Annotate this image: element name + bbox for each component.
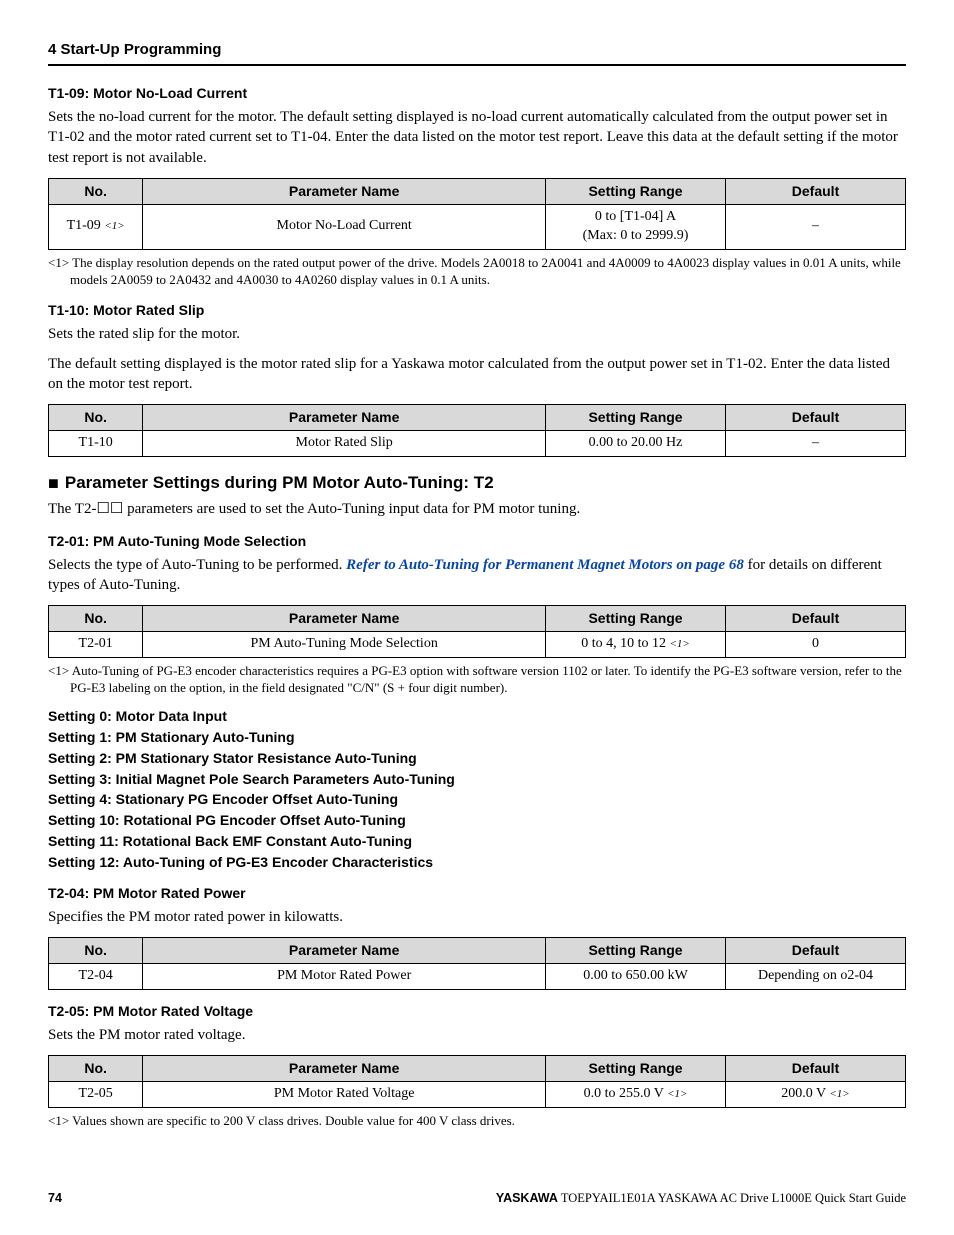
heading-t2-04: T2-04: PM Motor Rated Power bbox=[48, 884, 906, 903]
desc-t1-10-a: Sets the rated slip for the motor. bbox=[48, 324, 906, 344]
desc-t2-01: Selects the type of Auto-Tuning to be pe… bbox=[48, 555, 906, 596]
desc-t2-05: Sets the PM motor rated voltage. bbox=[48, 1025, 906, 1045]
setting-item: Setting 11: Rotational Back EMF Constant… bbox=[48, 832, 906, 851]
footer-doc-title: YASKAWA TOEPYAIL1E01A YASKAWA AC Drive L… bbox=[496, 1190, 906, 1207]
footnote-t2-05: <1> Values shown are specific to 200 V c… bbox=[70, 1112, 906, 1130]
desc-t1-10-b: The default setting displayed is the mot… bbox=[48, 354, 906, 395]
chapter-header: 4 Start-Up Programming bbox=[48, 40, 906, 66]
link-autotuning-ref[interactable]: Refer to Auto-Tuning for Permanent Magne… bbox=[346, 557, 744, 573]
setting-item: Setting 3: Initial Magnet Pole Search Pa… bbox=[48, 770, 906, 789]
th-def: Default bbox=[726, 178, 906, 204]
page-number: 74 bbox=[48, 1190, 62, 1207]
table-row: T1-09 <1> Motor No-Load Current 0 to [T1… bbox=[49, 204, 906, 249]
table-t1-09: No. Parameter Name Setting Range Default… bbox=[48, 178, 906, 250]
settings-list: Setting 0: Motor Data Input Setting 1: P… bbox=[48, 707, 906, 872]
table-t2-04: No. Parameter Name Setting Range Default… bbox=[48, 937, 906, 990]
footnote-t2-01: <1> Auto-Tuning of PG-E3 encoder charact… bbox=[70, 662, 906, 697]
setting-item: Setting 12: Auto-Tuning of PG-E3 Encoder… bbox=[48, 853, 906, 872]
heading-t1-09: T1-09: Motor No-Load Current bbox=[48, 84, 906, 103]
desc-pm-intro: The T2-☐☐ parameters are used to set the… bbox=[48, 499, 906, 519]
table-t2-05: No. Parameter Name Setting Range Default… bbox=[48, 1055, 906, 1108]
table-t1-10: No. Parameter Name Setting Range Default… bbox=[48, 404, 906, 457]
desc-t2-04: Specifies the PM motor rated power in ki… bbox=[48, 907, 906, 927]
page-footer: 74 YASKAWA TOEPYAIL1E01A YASKAWA AC Driv… bbox=[48, 1190, 906, 1207]
table-row: T1-10 Motor Rated Slip 0.00 to 20.00 Hz … bbox=[49, 431, 906, 457]
setting-item: Setting 0: Motor Data Input bbox=[48, 707, 906, 726]
th-no: No. bbox=[49, 178, 143, 204]
table-row: T2-04 PM Motor Rated Power 0.00 to 650.0… bbox=[49, 964, 906, 990]
setting-item: Setting 2: PM Stationary Stator Resistan… bbox=[48, 749, 906, 768]
setting-item: Setting 4: Stationary PG Encoder Offset … bbox=[48, 790, 906, 809]
footnote-t1-09: <1> The display resolution depends on th… bbox=[70, 254, 906, 289]
table-t2-01: No. Parameter Name Setting Range Default… bbox=[48, 605, 906, 658]
heading-t2-05: T2-05: PM Motor Rated Voltage bbox=[48, 1002, 906, 1021]
table-row: T2-01 PM Auto-Tuning Mode Selection 0 to… bbox=[49, 631, 906, 657]
heading-t2-01: T2-01: PM Auto-Tuning Mode Selection bbox=[48, 532, 906, 551]
table-row: T2-05 PM Motor Rated Voltage 0.0 to 255.… bbox=[49, 1081, 906, 1107]
setting-item: Setting 10: Rotational PG Encoder Offset… bbox=[48, 811, 906, 830]
th-range: Setting Range bbox=[546, 178, 726, 204]
square-bullet-icon: ■ bbox=[48, 473, 59, 493]
section-pm-autotuning: ■Parameter Settings during PM Motor Auto… bbox=[48, 471, 906, 495]
th-name: Parameter Name bbox=[143, 178, 546, 204]
desc-t1-09: Sets the no-load current for the motor. … bbox=[48, 107, 906, 168]
heading-t1-10: T1-10: Motor Rated Slip bbox=[48, 301, 906, 320]
setting-item: Setting 1: PM Stationary Auto-Tuning bbox=[48, 728, 906, 747]
